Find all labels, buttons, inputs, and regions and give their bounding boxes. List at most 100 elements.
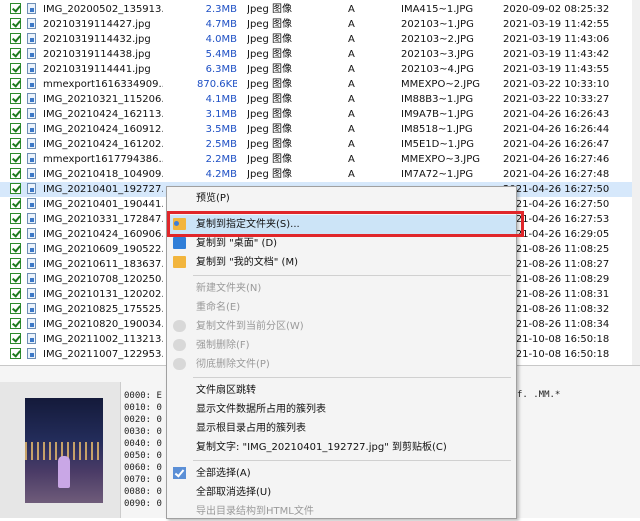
file-type: Jpeg 图像 [247, 34, 292, 45]
row-checkbox[interactable] [10, 138, 21, 149]
image-file-icon [27, 213, 36, 224]
file-attribute: A [348, 49, 355, 60]
image-file-icon [27, 288, 36, 299]
hex-line: 0040: 0 [124, 439, 162, 449]
file-type: Jpeg 图像 [247, 154, 292, 165]
file-type: Jpeg 图像 [247, 79, 292, 90]
row-checkbox[interactable] [10, 183, 21, 194]
menu-item: 强制删除(F) [167, 336, 516, 355]
menu-item[interactable]: 文件扇区跳转 [167, 381, 516, 400]
menu-item[interactable]: 复制到 "桌面" (D) [167, 234, 516, 253]
row-checkbox[interactable] [10, 288, 21, 299]
file-date: 2021-03-19 11:42:55 [503, 19, 610, 30]
file-short-name: IM5E1D~1.JPG [401, 139, 474, 150]
menu-item[interactable]: 复制文字: "IMG_20210401_192727.jpg" 到剪贴板(C) [167, 438, 516, 457]
image-file-icon [27, 153, 36, 164]
file-short-name: 202103~1.JPG [401, 19, 474, 30]
row-checkbox[interactable] [10, 168, 21, 179]
file-row[interactable]: 20210319114432.jpg 4.0MB Jpeg 图像 A 202103~2.… [0, 32, 632, 47]
file-type: Jpeg 图像 [247, 139, 292, 150]
wipe-icon [173, 358, 186, 370]
file-date: 2021-03-19 11:43:06 [503, 34, 610, 45]
row-checkbox[interactable] [10, 33, 21, 44]
file-name: IMG_20210424_161202... [43, 139, 163, 150]
row-checkbox[interactable] [10, 63, 21, 74]
file-size: 2.5MB [205, 139, 237, 150]
file-type: Jpeg 图像 [247, 64, 292, 75]
file-date: 2021-10-08 16:50:18 [503, 334, 610, 345]
menu-item[interactable]: 全部取消选择(U) [167, 483, 516, 502]
file-row[interactable]: mmexport1617794386... 2.2MB Jpeg 图像 A MMEXPO… [0, 152, 632, 167]
file-size: 5.4MB [205, 49, 237, 60]
hex-line: 0000: E [124, 391, 162, 401]
row-checkbox[interactable] [10, 303, 21, 314]
image-thumbnail[interactable] [25, 398, 103, 503]
file-date: 2021-04-26 16:27:50 [503, 199, 610, 210]
file-row[interactable]: IMG_20210424_161202... 2.5MB Jpeg 图像 A IM5E1… [0, 137, 632, 152]
row-checkbox[interactable] [10, 153, 21, 164]
file-type: Jpeg 图像 [247, 19, 292, 30]
menu-item[interactable]: 显示文件数据所占用的簇列表 [167, 400, 516, 419]
file-short-name: IM88B3~1.JPG [401, 94, 474, 105]
file-row[interactable]: 20210319114438.jpg 5.4MB Jpeg 图像 A 202103~3.… [0, 47, 632, 62]
menu-item-label: 全部选择(A) [196, 468, 251, 479]
menu-separator [193, 460, 511, 461]
row-checkbox[interactable] [10, 198, 21, 209]
file-name: IMG_20211007_122953... [43, 349, 163, 360]
row-checkbox[interactable] [10, 108, 21, 119]
menu-item[interactable]: 显示根目录占用的簇列表 [167, 419, 516, 438]
row-checkbox[interactable] [10, 18, 21, 29]
file-date: 2021-04-26 16:26:43 [503, 109, 610, 120]
image-file-icon [27, 303, 36, 314]
menu-item-label: 全部取消选择(U) [196, 487, 272, 498]
image-file-icon [27, 198, 36, 209]
file-date: 2021-08-26 11:08:25 [503, 244, 610, 255]
menu-item[interactable]: 全部选择(A) [167, 464, 516, 483]
row-checkbox[interactable] [10, 243, 21, 254]
file-row[interactable]: IMG_20200502_135913... 2.3MB Jpeg 图像 A IMA41… [0, 2, 632, 17]
row-checkbox[interactable] [10, 333, 21, 344]
file-date: 2020-09-02 08:25:32 [503, 4, 610, 15]
menu-item: 彻底删除文件(P) [167, 355, 516, 374]
file-attribute: A [348, 64, 355, 75]
row-checkbox[interactable] [10, 93, 21, 104]
file-type: Jpeg 图像 [247, 49, 292, 60]
row-checkbox[interactable] [10, 258, 21, 269]
row-checkbox[interactable] [10, 3, 21, 14]
hex-line: 0020: 0 [124, 415, 162, 425]
row-checkbox[interactable] [10, 273, 21, 284]
vertical-scrollbar[interactable] [632, 0, 640, 365]
row-checkbox[interactable] [10, 123, 21, 134]
menu-item[interactable]: 复制到 "我的文档" (M) [167, 253, 516, 272]
file-row[interactable]: IMG_20210424_160912... 3.5MB Jpeg 图像 A IM851… [0, 122, 632, 137]
file-name: IMG_20210131_120202... [43, 289, 163, 300]
file-row[interactable]: 20210319114427.jpg 4.7MB Jpeg 图像 A 202103~1.… [0, 17, 632, 32]
row-checkbox[interactable] [10, 228, 21, 239]
row-checkbox[interactable] [10, 213, 21, 224]
file-date: 2021-04-26 16:27:48 [503, 169, 610, 180]
file-name: IMG_20210424_160906... [43, 229, 163, 240]
file-name: mmexport1617794386... [43, 154, 163, 165]
file-row[interactable]: 20210319114441.jpg 6.3MB Jpeg 图像 A 202103~4.… [0, 62, 632, 77]
row-checkbox[interactable] [10, 48, 21, 59]
file-date: 2021-04-26 16:27:46 [503, 154, 610, 165]
file-attribute: A [348, 139, 355, 150]
image-file-icon [27, 348, 36, 359]
hex-line: 0090: 0 [124, 499, 162, 509]
file-row[interactable]: IMG_20210321_115206... 4.1MB Jpeg 图像 A IM88B… [0, 92, 632, 107]
menu-item[interactable]: 预览(P) [167, 189, 516, 208]
row-checkbox[interactable] [10, 318, 21, 329]
row-checkbox[interactable] [10, 78, 21, 89]
menu-item[interactable]: 复制到指定文件夹(S)... [167, 215, 516, 234]
image-file-icon [27, 138, 36, 149]
file-row[interactable]: mmexport1616334909... 870.6KB Jpeg 图像 A MMEX… [0, 77, 632, 92]
file-name: 20210319114432.jpg [43, 34, 151, 45]
hex-line: 0050: 0 [124, 451, 162, 461]
file-row[interactable]: IMG_20210418_104909... 4.2MB Jpeg 图像 A IM7A7… [0, 167, 632, 182]
file-row[interactable]: IMG_20210424_162113... 3.1MB Jpeg 图像 A IM9A7… [0, 107, 632, 122]
desktop-icon [173, 237, 186, 249]
file-size: 6.3MB [205, 64, 237, 75]
row-checkbox[interactable] [10, 348, 21, 359]
file-attribute: A [348, 79, 355, 90]
file-size: 2.2MB [205, 154, 237, 165]
